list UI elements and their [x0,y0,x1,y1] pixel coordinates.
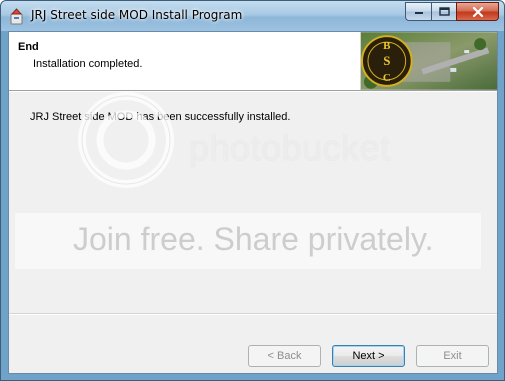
page-subtitle: Installation completed. [33,58,143,70]
header-image: B S C [360,32,497,90]
caption-buttons [405,2,499,21]
title-bar[interactable]: JRJ Street side MOD Install Program [1,1,504,31]
svg-text:S: S [383,54,390,68]
bsc-logo: B S C [361,35,413,87]
close-icon [472,6,483,17]
svg-text:B: B [383,40,390,52]
next-button[interactable]: Next > [332,345,405,367]
wizard-header: End Installation completed. B S C [9,32,497,91]
installer-icon [10,8,23,25]
watermark-banner [15,213,481,269]
exit-button[interactable]: Exit [416,345,489,367]
page-title: End [18,41,39,53]
installer-window: JRJ Street side MOD Install Program End … [0,0,505,381]
minimize-icon [414,11,423,14]
maximize-icon [438,7,450,16]
wizard-footer: < Back Next > Exit [9,315,497,373]
svg-text:C: C [383,72,391,84]
window-title: JRJ Street side MOD Install Program [31,8,243,22]
wizard-body: JRJ Street side MOD has been successfull… [9,92,497,313]
back-button[interactable]: < Back [248,345,321,367]
minimize-button[interactable] [405,2,431,21]
wizard-client-area: End Installation completed. B S C JRJ St… [8,31,498,374]
maximize-button[interactable] [431,2,456,21]
success-message: JRJ Street side MOD has been successfull… [30,111,291,123]
close-button[interactable] [456,2,499,21]
